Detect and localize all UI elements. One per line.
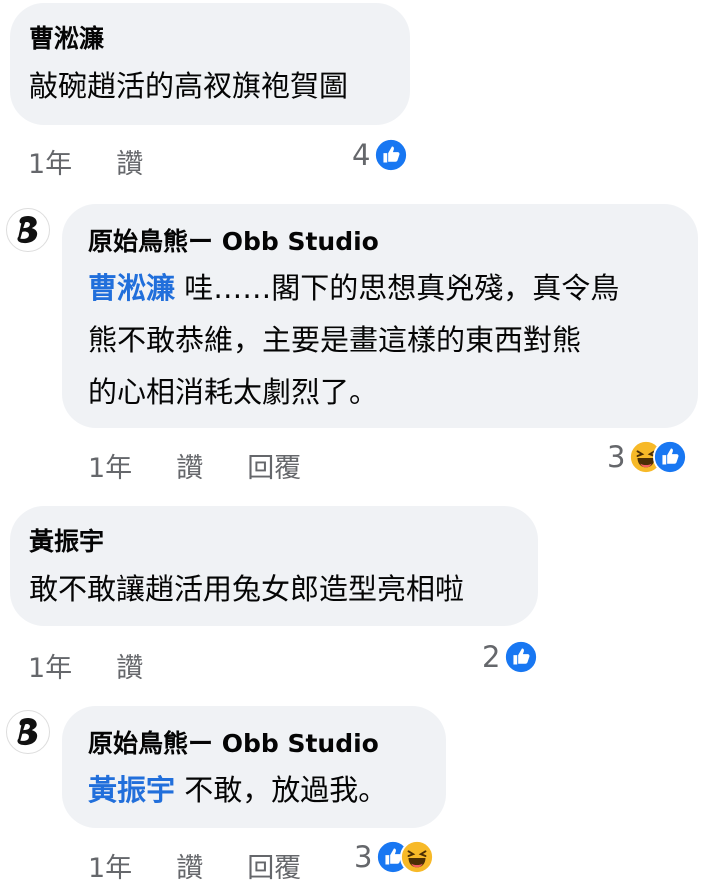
comment-meta: 1年 讚 回覆 xyxy=(88,446,345,485)
comment-meta: 1年 讚 回覆 xyxy=(88,846,345,885)
reaction-count: 3 xyxy=(354,840,373,874)
comment-text-line: 的心相消耗太劇烈了。 xyxy=(88,375,379,409)
comment-author[interactable]: 原始鳥熊ー Obb Studio xyxy=(88,226,698,258)
comment-text-line: 不敢，放過我。 xyxy=(175,773,388,807)
like-icon xyxy=(653,440,688,474)
avatar[interactable] xyxy=(6,710,50,754)
comment-time[interactable]: 1年 xyxy=(88,846,132,885)
like-button[interactable]: 讚 xyxy=(176,446,203,485)
comment-time[interactable]: 1年 xyxy=(88,446,132,485)
avatar[interactable] xyxy=(6,208,50,252)
comment-bubble: 原始鳥熊ー Obb Studio 曹淞濂 哇……閣下的思想真兇殘，真令鳥 熊不敢… xyxy=(62,204,698,428)
comment-text-line: 熊不敢恭維，主要是畫這樣的東西對熊 xyxy=(88,323,582,357)
obb-logo-icon xyxy=(17,718,38,746)
comment-time[interactable]: 1年 xyxy=(28,142,72,181)
haha-icon xyxy=(400,840,435,874)
reaction-count: 2 xyxy=(482,640,501,674)
comment-author[interactable]: 曹淞濂 xyxy=(29,23,410,55)
like-button[interactable]: 讚 xyxy=(116,142,143,181)
like-icon xyxy=(374,138,409,172)
comment-text: 敢不敢讓趙活用兔女郎造型亮相啦 xyxy=(29,572,465,606)
like-button[interactable]: 讚 xyxy=(116,646,143,685)
comment-meta: 1年 讚 xyxy=(28,142,187,181)
comment-bubble: 黃振宇 敢不敢讓趙活用兔女郎造型亮相啦 xyxy=(10,506,538,626)
comment-text-line: 哇……閣下的思想真兇殘，真令鳥 xyxy=(175,271,620,305)
comment-bubble: 曹淞濂 敲碗趙活的高衩旗袍賀圖 xyxy=(10,3,410,125)
mention-link[interactable]: 曹淞濂 xyxy=(88,271,175,305)
like-icon xyxy=(504,640,539,674)
comment-author[interactable]: 原始鳥熊ー Obb Studio xyxy=(88,728,446,760)
comment-text: 黃振宇 不敢，放過我。 xyxy=(88,764,446,816)
comment-author[interactable]: 黃振宇 xyxy=(29,526,538,558)
reaction-summary[interactable]: 3 xyxy=(354,840,435,874)
reply-button[interactable]: 回覆 xyxy=(247,846,301,885)
reaction-summary[interactable]: 2 xyxy=(482,640,539,674)
mention-link[interactable]: 黃振宇 xyxy=(88,773,175,807)
reaction-count: 3 xyxy=(607,440,626,474)
reaction-summary[interactable]: 4 xyxy=(352,138,409,172)
comment-bubble: 原始鳥熊ー Obb Studio 黃振宇 不敢，放過我。 xyxy=(62,706,446,828)
reaction-count: 4 xyxy=(352,138,371,172)
comment-time[interactable]: 1年 xyxy=(28,646,72,685)
comment-meta: 1年 讚 xyxy=(28,646,187,685)
reaction-summary[interactable]: 3 xyxy=(607,440,688,474)
like-button[interactable]: 讚 xyxy=(176,846,203,885)
comment-text: 敲碗趙活的高衩旗袍賀圖 xyxy=(29,69,349,103)
obb-logo-icon xyxy=(17,216,38,244)
comment-text: 曹淞濂 哇……閣下的思想真兇殘，真令鳥 熊不敢恭維，主要是畫這樣的東西對熊 的心… xyxy=(88,262,698,418)
reply-button[interactable]: 回覆 xyxy=(247,446,301,485)
